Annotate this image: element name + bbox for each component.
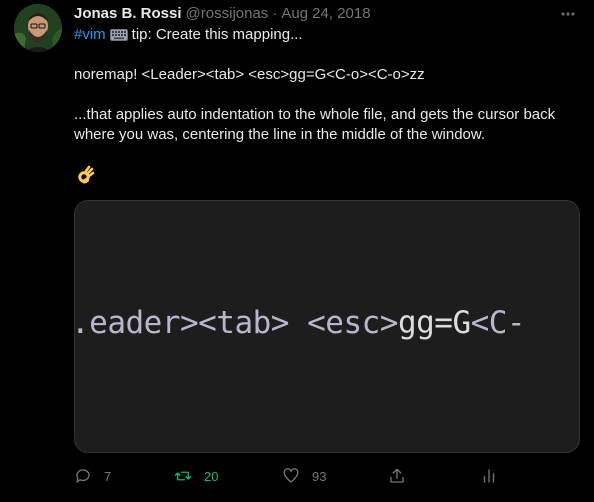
reply-count: 7 xyxy=(104,468,112,484)
ok-hand-icon xyxy=(78,165,95,184)
code-snippet: .eader><tab> <esc>gg=G<C- xyxy=(74,305,526,341)
like-button[interactable]: 93 xyxy=(282,464,326,488)
share-icon xyxy=(390,468,404,483)
hashtag-link[interactable]: #vim xyxy=(74,25,106,45)
retweet-button[interactable]: 20 xyxy=(174,464,218,488)
heart-icon xyxy=(283,468,299,483)
separator: · xyxy=(272,4,278,22)
tweet-text-mapping: noremap! <Leader><tab> <esc>gg=G<C-o><C-… xyxy=(74,66,425,83)
tweet-actions: 7 20 93 xyxy=(74,464,580,488)
user-handle[interactable]: @rossijonas xyxy=(186,5,269,22)
analytics-icon xyxy=(483,469,495,483)
tweet-text-line-4: where you was, centering the line in the… xyxy=(74,126,486,143)
tweet-text-line-3: ...that applies auto indentation to the … xyxy=(74,106,556,123)
keyboard-icon xyxy=(109,29,128,41)
display-name[interactable]: Jonas B. Rossi xyxy=(74,5,182,22)
code-part-2: gg=G xyxy=(397,305,471,341)
avatar[interactable] xyxy=(14,4,62,52)
tweet-date[interactable]: Aug 24, 2018 xyxy=(281,5,370,22)
code-part-3: <C- xyxy=(470,305,526,341)
more-icon xyxy=(561,12,575,16)
like-count: 93 xyxy=(312,468,327,484)
reply-button[interactable]: 7 xyxy=(74,464,111,488)
analytics-button[interactable] xyxy=(480,464,498,488)
code-part-1: .eader><tab> <esc> xyxy=(74,305,398,341)
retweet-icon xyxy=(174,471,192,481)
avatar-image xyxy=(14,4,62,52)
share-button[interactable] xyxy=(388,464,406,488)
tweet[interactable]: Jonas B. Rossi @rossijonas · Aug 24, 201… xyxy=(0,0,594,502)
more-options-button[interactable] xyxy=(558,6,578,22)
tweet-media-image[interactable]: .eader><tab> <esc>gg=G<C- xyxy=(74,200,580,453)
tweet-header: Jonas B. Rossi @rossijonas · Aug 24, 201… xyxy=(74,4,371,22)
tweet-text-tip: tip: Create this mapping... xyxy=(131,26,303,43)
reply-icon xyxy=(76,469,90,483)
tweet-text-line-1: #vim tip: Create this mapping... xyxy=(74,25,574,45)
retweet-count: 20 xyxy=(204,468,219,484)
